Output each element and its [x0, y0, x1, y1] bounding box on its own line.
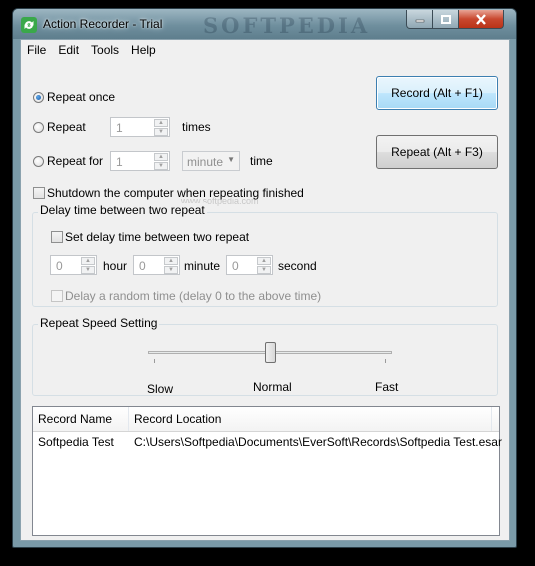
delay-second-spinner[interactable]: 0 ▲ ▼ — [226, 255, 273, 275]
repeat-button[interactable]: Repeat (Alt + F3) — [376, 135, 498, 169]
speed-group-title: Repeat Speed Setting — [38, 316, 160, 330]
close-icon — [476, 13, 486, 25]
minimize-button[interactable] — [406, 10, 433, 29]
slider-tick — [385, 359, 386, 363]
set-delay-checkbox[interactable] — [51, 231, 63, 243]
close-button[interactable] — [458, 10, 504, 29]
record-name-cell: Softpedia Test — [38, 435, 114, 449]
delay-group-title: Delay time between two repeat — [38, 203, 207, 217]
time-unit-dropdown[interactable]: minute ▼ — [182, 151, 240, 171]
shutdown-label[interactable]: Shutdown the computer when repeating fin… — [47, 186, 304, 200]
chevron-down-icon: ▼ — [227, 155, 235, 164]
delay-hour-spinner[interactable]: 0 ▲ ▼ — [50, 255, 97, 275]
spin-up-icon[interactable]: ▲ — [154, 153, 168, 161]
record-button[interactable]: Record (Alt + F1) — [376, 76, 498, 110]
minute-label: minute — [184, 259, 221, 273]
records-list[interactable]: Record Name Record Location Softpedia Te… — [32, 406, 502, 536]
maximize-icon — [440, 14, 451, 24]
menu-bar: File Edit Tools Help — [21, 40, 509, 60]
set-delay-label[interactable]: Set delay time between two repeat — [65, 230, 249, 244]
app-icon — [21, 17, 37, 33]
shutdown-checkbox[interactable] — [33, 187, 45, 199]
repeat-for-value: 1 — [116, 155, 123, 169]
spin-up-icon[interactable]: ▲ — [164, 257, 178, 265]
repeat-for-radio[interactable] — [33, 156, 44, 167]
delay-minute-spinner[interactable]: 0 ▲ ▼ — [133, 255, 180, 275]
record-location-cell: C:\Users\Softpedia\Documents\EverSoft\Re… — [134, 435, 502, 449]
minimize-icon — [415, 19, 424, 23]
column-header-record-name[interactable]: Record Name — [33, 407, 129, 431]
speed-fast-label: Fast — [375, 380, 399, 394]
time-unit-value: minute — [187, 155, 224, 169]
menu-file[interactable]: File — [21, 40, 52, 60]
repeat-once-label[interactable]: Repeat once — [47, 90, 115, 104]
spin-up-icon[interactable]: ▲ — [154, 119, 168, 127]
title-bar[interactable]: Action Recorder - Trial SOFTPEDIA — [13, 9, 516, 39]
maximize-button[interactable] — [432, 10, 459, 29]
times-label: times — [182, 120, 211, 134]
random-delay-label[interactable]: Delay a random time (delay 0 to the abov… — [65, 289, 321, 303]
repeat-once-radio[interactable] — [33, 92, 44, 103]
softpedia-watermark: SOFTPEDIA — [203, 13, 371, 38]
repeat-times-value: 1 — [116, 121, 123, 135]
second-label: second — [278, 259, 317, 273]
table-row[interactable]: Softpedia Test C:\Users\Softpedia\Docume… — [33, 431, 502, 453]
speed-slow-label: Slow — [147, 382, 174, 396]
repeat-times-spinner[interactable]: 1 ▲ ▼ — [110, 117, 170, 137]
menu-edit[interactable]: Edit — [52, 40, 85, 60]
client-area: File Edit Tools Help Repeat once Repeat … — [20, 39, 510, 541]
repeat-button-label: Repeat (Alt + F3) — [391, 145, 483, 159]
spin-down-icon[interactable]: ▼ — [164, 266, 178, 274]
spin-down-icon[interactable]: ▼ — [154, 128, 168, 136]
menu-help[interactable]: Help — [125, 40, 162, 60]
repeat-for-spinner[interactable]: 1 ▲ ▼ — [110, 151, 170, 171]
column-header-record-location[interactable]: Record Location — [129, 407, 489, 431]
menu-tools[interactable]: Tools — [85, 40, 125, 60]
slider-tick — [154, 359, 155, 363]
repeat-times-radio[interactable] — [33, 122, 44, 133]
hour-label: hour — [103, 259, 128, 273]
window-title: Action Recorder - Trial — [43, 17, 163, 31]
record-button-label: Record (Alt + F1) — [391, 86, 483, 100]
repeat-times-label[interactable]: Repeat — [47, 120, 86, 134]
spin-down-icon[interactable]: ▼ — [81, 266, 95, 274]
speed-slider-thumb[interactable] — [264, 342, 276, 363]
random-delay-checkbox[interactable] — [51, 290, 63, 302]
delay-hour-value: 0 — [56, 259, 63, 273]
spin-down-icon[interactable]: ▼ — [257, 266, 271, 274]
app-window: Action Recorder - Trial SOFTPEDIA File E… — [12, 8, 517, 548]
delay-second-value: 0 — [232, 259, 239, 273]
spin-up-icon[interactable]: ▲ — [257, 257, 271, 265]
speed-normal-label: Normal — [253, 380, 292, 394]
delay-minute-value: 0 — [139, 259, 146, 273]
spin-up-icon[interactable]: ▲ — [81, 257, 95, 265]
spin-down-icon[interactable]: ▼ — [154, 162, 168, 170]
time-label: time — [250, 154, 273, 168]
repeat-for-label[interactable]: Repeat for — [47, 154, 103, 168]
records-list-header: Record Name Record Location — [33, 407, 499, 432]
